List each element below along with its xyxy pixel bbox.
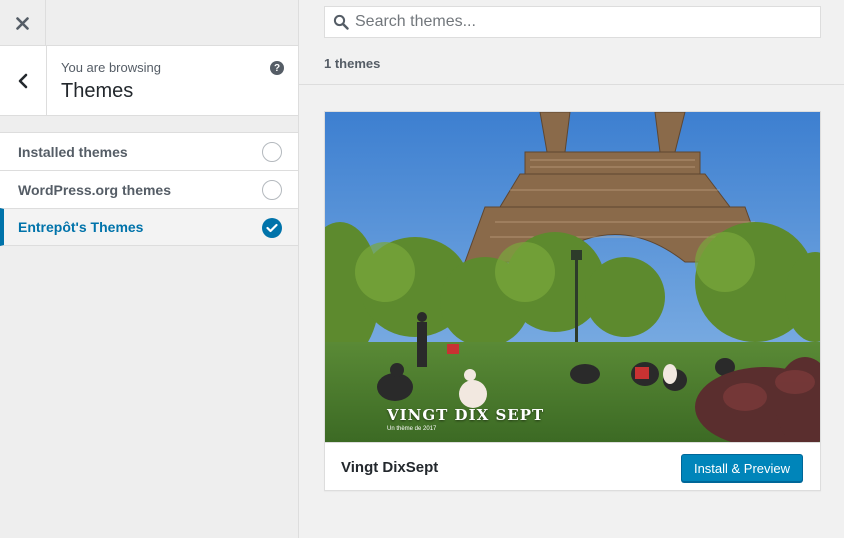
back-button[interactable] bbox=[0, 46, 47, 116]
search-box bbox=[324, 6, 821, 38]
help-icon[interactable]: ? bbox=[270, 61, 284, 75]
section-wporg-themes[interactable]: WordPress.org themes bbox=[0, 170, 298, 208]
customizer-header bbox=[0, 0, 298, 46]
theme-name: Vingt DixSept bbox=[341, 459, 439, 476]
section-entrepot-themes[interactable]: Entrepôt's Themes bbox=[0, 208, 298, 246]
theme-footer: Vingt DixSept Install & Preview bbox=[325, 442, 820, 490]
radio-unchecked-icon[interactable] bbox=[262, 142, 282, 162]
search-icon bbox=[333, 14, 349, 30]
radio-checked-icon[interactable] bbox=[262, 218, 282, 238]
themes-main-panel: 1 themes bbox=[299, 0, 844, 538]
panel-title: Themes bbox=[61, 80, 134, 102]
section-label: Installed themes bbox=[18, 143, 128, 160]
browsing-label: You are browsing bbox=[61, 60, 161, 75]
search-themes-input[interactable] bbox=[355, 7, 815, 37]
section-label: WordPress.org themes bbox=[18, 181, 172, 198]
customizer-sidebar: You are browsing Themes ? Installed them… bbox=[0, 0, 299, 538]
chevron-left-icon bbox=[18, 73, 28, 89]
section-label: Entrepôt's Themes bbox=[18, 219, 144, 235]
close-button[interactable] bbox=[0, 0, 46, 46]
theme-screenshot-image bbox=[325, 112, 820, 442]
theme-screenshot[interactable]: VINGT DIX SEPT Un thème de 2017 bbox=[325, 112, 820, 442]
section-installed-themes[interactable]: Installed themes bbox=[0, 132, 298, 170]
screenshot-site-title: VINGT DIX SEPT bbox=[387, 406, 545, 424]
screenshot-site-tagline: Un thème de 2017 bbox=[387, 426, 437, 432]
close-icon bbox=[16, 16, 29, 30]
checkmark-icon bbox=[266, 223, 278, 233]
theme-source-list: Installed themes WordPress.org themes En… bbox=[0, 132, 298, 246]
radio-unchecked-icon[interactable] bbox=[262, 180, 282, 200]
theme-count: 1 themes bbox=[324, 56, 381, 71]
divider bbox=[299, 84, 844, 85]
browse-header: You are browsing Themes ? bbox=[0, 46, 298, 116]
theme-card[interactable]: VINGT DIX SEPT Un thème de 2017 Vingt Di… bbox=[324, 111, 821, 491]
install-preview-button[interactable]: Install & Preview bbox=[681, 454, 803, 482]
